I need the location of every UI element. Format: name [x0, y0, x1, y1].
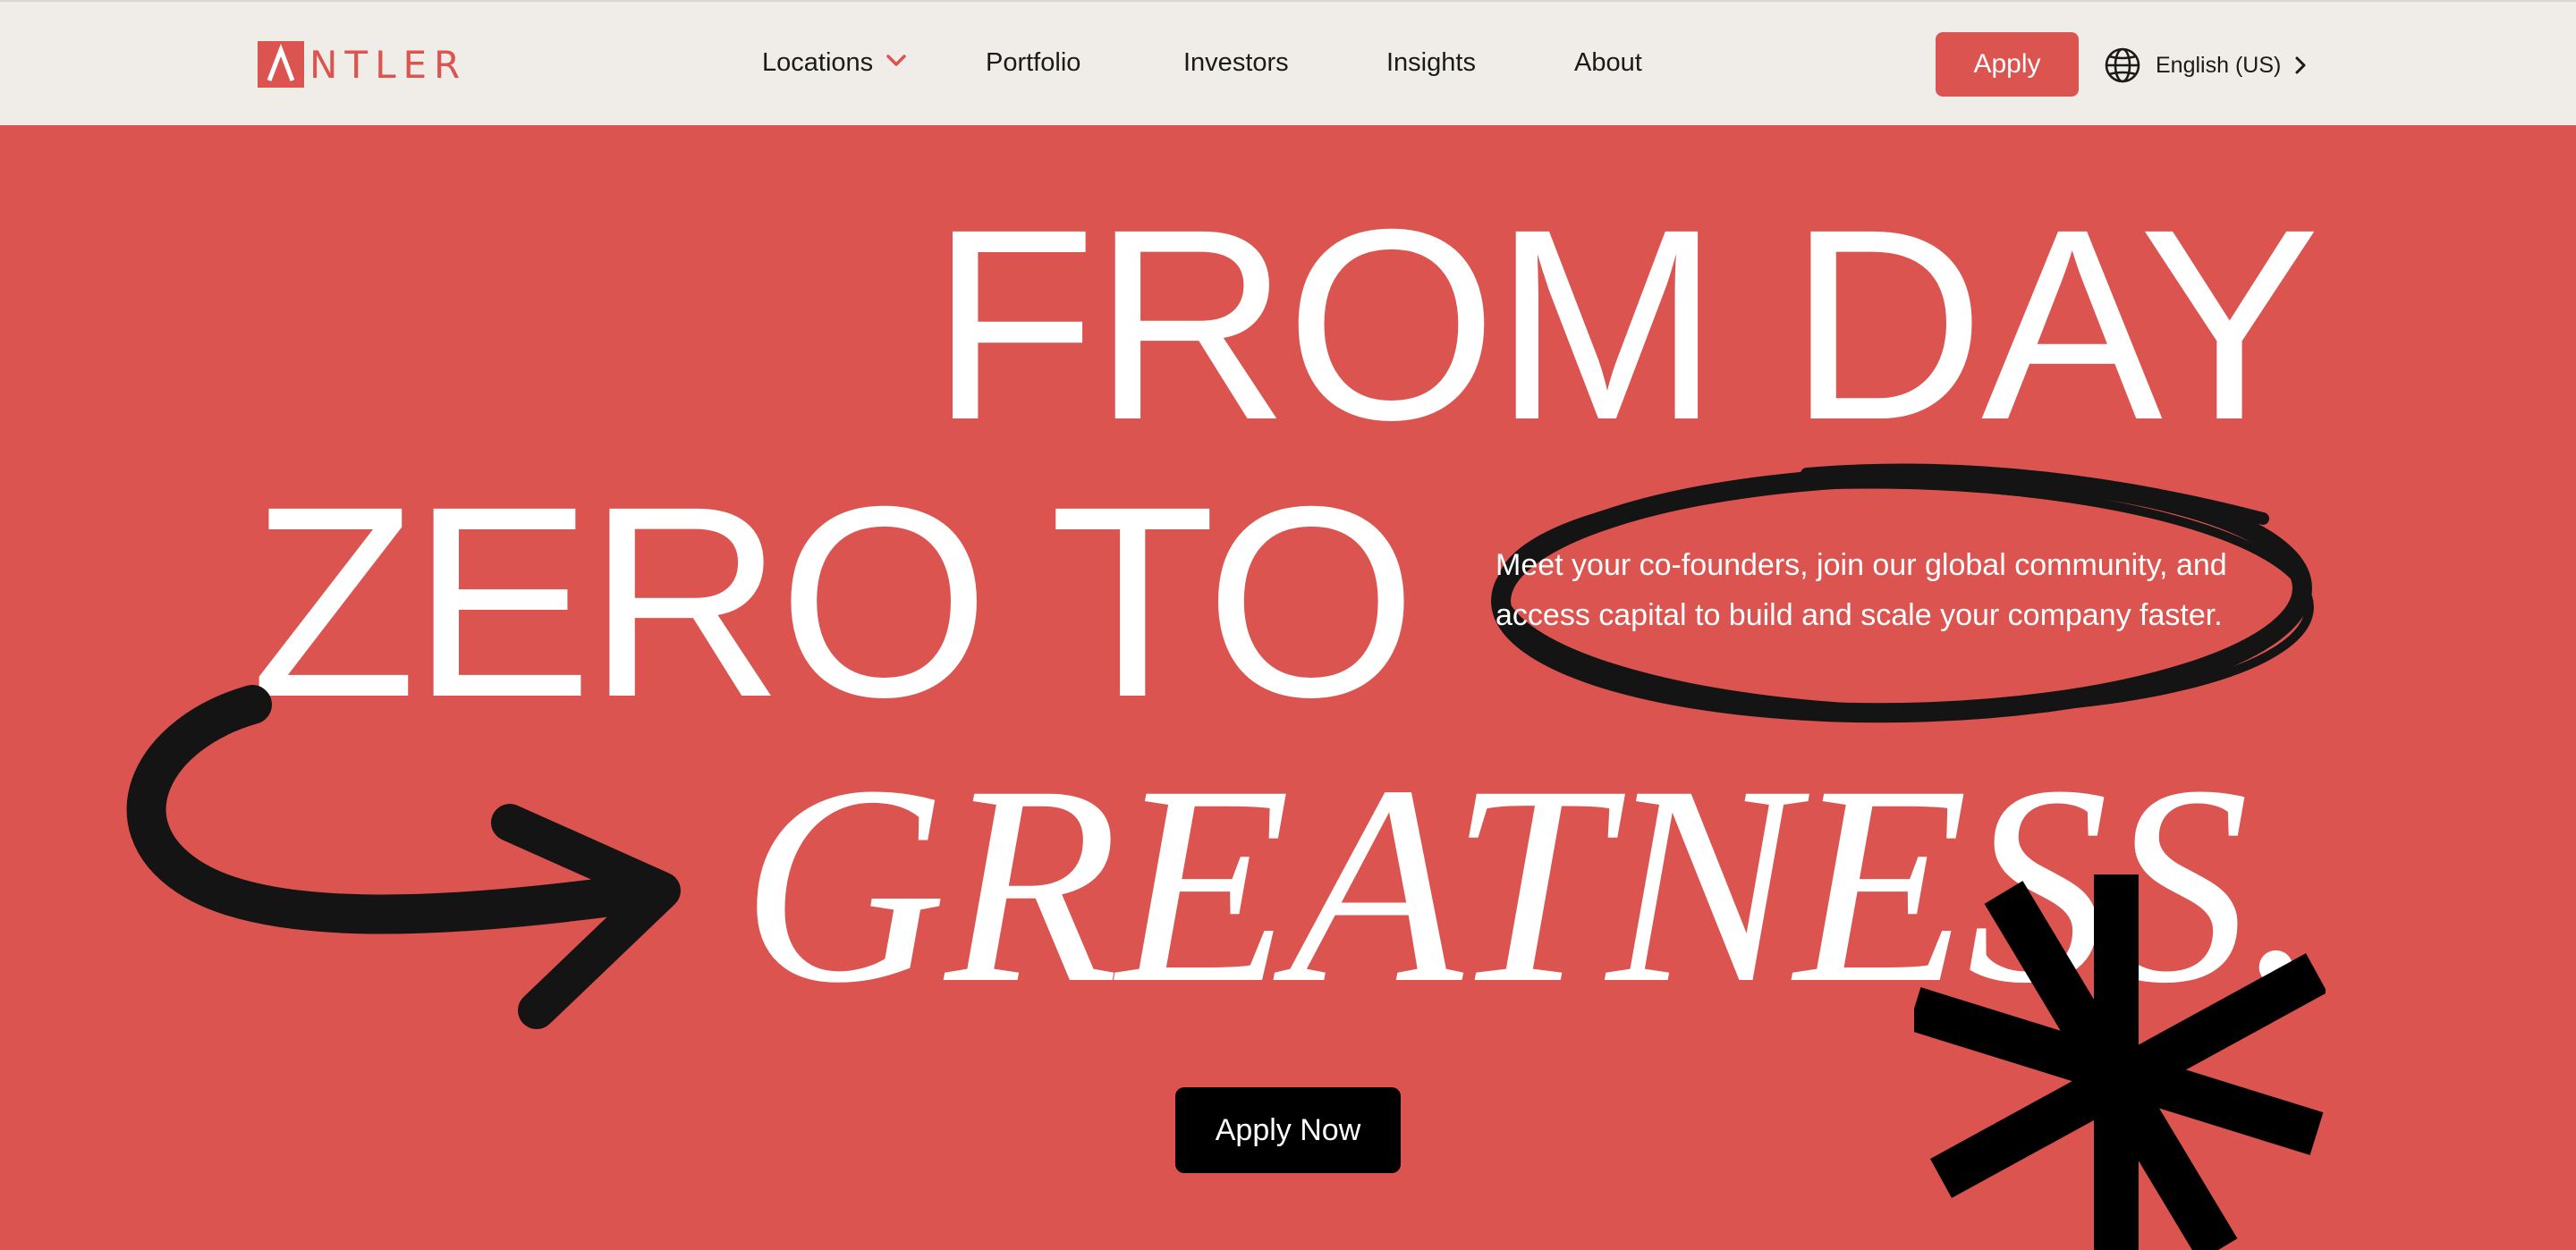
nav-item-investors[interactable]: Investors	[1183, 45, 1289, 80]
logo-wordmark: NTLER	[309, 42, 468, 87]
nav-item-locations[interactable]: Locations	[762, 45, 873, 80]
antler-logo[interactable]: NTLER	[258, 41, 467, 88]
globe-icon	[2105, 47, 2140, 83]
nav-item-insights[interactable]: Insights	[1386, 45, 1476, 80]
headline-line-1: FROM DAY	[930, 173, 2320, 477]
header-apply-button[interactable]: Apply	[1936, 32, 2079, 97]
antler-a-mark-icon	[258, 41, 304, 88]
hero-tagline: Meet your co-founders, join our global c…	[1496, 548, 2227, 632]
headline-line-2: ZERO TO	[250, 451, 1417, 754]
language-label: English (US)	[2156, 52, 2282, 78]
apply-now-button[interactable]: Apply Now	[1175, 1087, 1401, 1173]
chevron-down-icon[interactable]	[886, 54, 907, 68]
language-selector[interactable]: English (US)	[2104, 46, 2308, 84]
site-header: NTLER Locations Portfolio Investors Insi…	[0, 0, 2576, 125]
headline-line-3: GREATNESS.	[741, 727, 2318, 1042]
nav-item-about[interactable]: About	[1574, 45, 1642, 80]
nav-item-portfolio[interactable]: Portfolio	[986, 45, 1080, 80]
chevron-right-icon	[2295, 56, 2306, 74]
